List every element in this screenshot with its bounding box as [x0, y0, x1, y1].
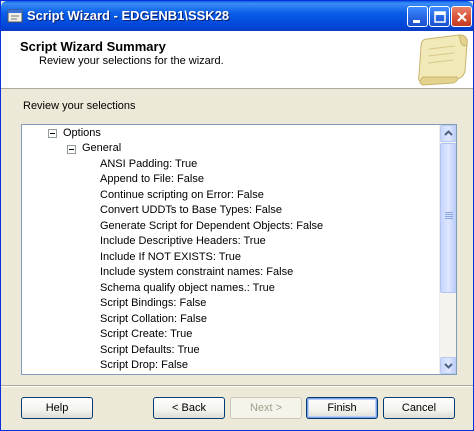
tree-item[interactable]: Continue scripting on Error: False: [100, 189, 264, 201]
tree-item[interactable]: Script Collation: False: [100, 313, 207, 325]
collapse-general-icon[interactable]: [67, 145, 76, 154]
close-icon: [457, 12, 467, 22]
tree-item[interactable]: Script Create: True: [100, 328, 192, 340]
scroll-thumb-grip: [445, 212, 453, 213]
back-button[interactable]: < Back: [153, 397, 225, 419]
scroll-thumb[interactable]: [440, 143, 456, 293]
header-title: Script Wizard Summary: [20, 39, 166, 54]
window-title: Script Wizard - EDGENB1\SSK28: [27, 8, 230, 23]
maximize-icon: [434, 11, 446, 23]
tree-item[interactable]: Append to File: False: [100, 173, 204, 185]
minimize-icon: [413, 20, 420, 23]
scroll-down-button[interactable]: [440, 357, 456, 374]
arrow-up-icon: [444, 130, 453, 136]
maximize-button[interactable]: [429, 6, 450, 27]
tree-item[interactable]: ANSI Padding: True: [100, 158, 197, 170]
tree-item[interactable]: Schema qualify object names.: True: [100, 282, 275, 294]
script-wizard-window: Script Wizard - EDGENB1\SSK28 Script Wiz…: [0, 0, 474, 431]
title-bar[interactable]: Script Wizard - EDGENB1\SSK28: [1, 1, 473, 31]
scroll-thumb-grip: [445, 216, 453, 217]
tree-item[interactable]: Generate Script for Dependent Objects: F…: [100, 220, 323, 232]
tree-item[interactable]: Include If NOT EXISTS: True: [100, 251, 241, 263]
tree-item[interactable]: Include system constraint names: False: [100, 266, 293, 278]
scroll-thumb-grip: [445, 214, 453, 215]
tree-item[interactable]: Script Defaults: True: [100, 344, 200, 356]
scroll-up-button[interactable]: [440, 125, 456, 142]
next-button[interactable]: Next >: [230, 397, 302, 419]
scroll-paper-icon: [418, 34, 468, 86]
vertical-scrollbar[interactable]: [439, 125, 456, 374]
close-button[interactable]: [451, 6, 472, 27]
tree-item[interactable]: Script Drop: False: [100, 359, 188, 371]
tree-node-general[interactable]: General: [82, 142, 121, 154]
selections-tree[interactable]: Options General ANSI Padding: True Appen…: [21, 124, 457, 375]
help-button[interactable]: Help: [21, 397, 93, 419]
wizard-window-icon: [7, 9, 23, 23]
tree-item[interactable]: Convert UDDTs to Base Types: False: [100, 204, 282, 216]
scroll-thumb-grip: [445, 218, 453, 219]
minimize-button[interactable]: [407, 6, 428, 27]
header-subtitle: Review your selections for the wizard.: [39, 55, 224, 67]
review-label: Review your selections: [23, 100, 136, 112]
arrow-down-icon: [444, 363, 453, 369]
footer-separator: [1, 385, 473, 387]
tree-item[interactable]: Include Descriptive Headers: True: [100, 235, 266, 247]
finish-button[interactable]: Finish: [306, 397, 378, 419]
collapse-options-icon[interactable]: [48, 129, 57, 138]
cancel-button[interactable]: Cancel: [383, 397, 455, 419]
tree-item[interactable]: Script Bindings: False: [100, 297, 206, 309]
tree-node-options[interactable]: Options: [63, 127, 101, 139]
wizard-header: Script Wizard Summary Review your select…: [1, 31, 473, 89]
